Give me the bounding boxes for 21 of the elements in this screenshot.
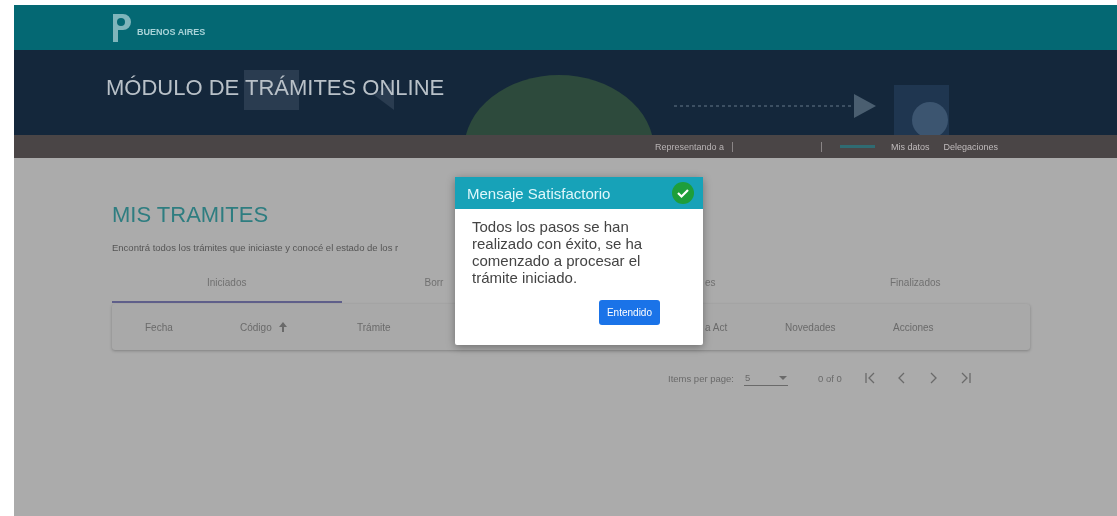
column-header[interactable]: Acciones — [893, 321, 1030, 333]
intro-text: Encontrá todos los trámites que iniciaste y conocé el estado de los r — [112, 242, 399, 253]
items-per-page-label: Items per page: — [668, 372, 734, 384]
nav-link[interactable]: Delegaciones — [943, 141, 999, 152]
column-header[interactable]: Novedades — [785, 321, 893, 333]
page-size-select[interactable]: 5 — [744, 370, 788, 386]
check-circle-icon — [672, 182, 694, 204]
column-header[interactable]: Código — [240, 321, 357, 333]
dialog-message: Todos los pasos se han realizado con éxito, se ha comenzado a procesar el trámite iniciado. — [472, 218, 644, 286]
column-header[interactable]: Fecha — [145, 321, 240, 333]
first-page-icon[interactable] — [863, 372, 876, 384]
confirm-button[interactable]: Entendido — [598, 300, 660, 325]
logo-text: BUENOS AIRES — [137, 26, 206, 37]
tab[interactable]: Finalizados — [800, 267, 1030, 303]
representing-label: Representando a — [655, 141, 725, 152]
page-title: MIS TRAMITES — [112, 202, 269, 228]
caret-icon — [779, 375, 787, 380]
dialog-title: Mensaje Satisfactorio — [467, 184, 611, 202]
banner-title: MÓDULO DE TRÁMITES ONLINE — [106, 74, 445, 101]
nav-link[interactable]: Mis datos — [891, 141, 930, 152]
last-page-icon[interactable] — [959, 372, 972, 384]
